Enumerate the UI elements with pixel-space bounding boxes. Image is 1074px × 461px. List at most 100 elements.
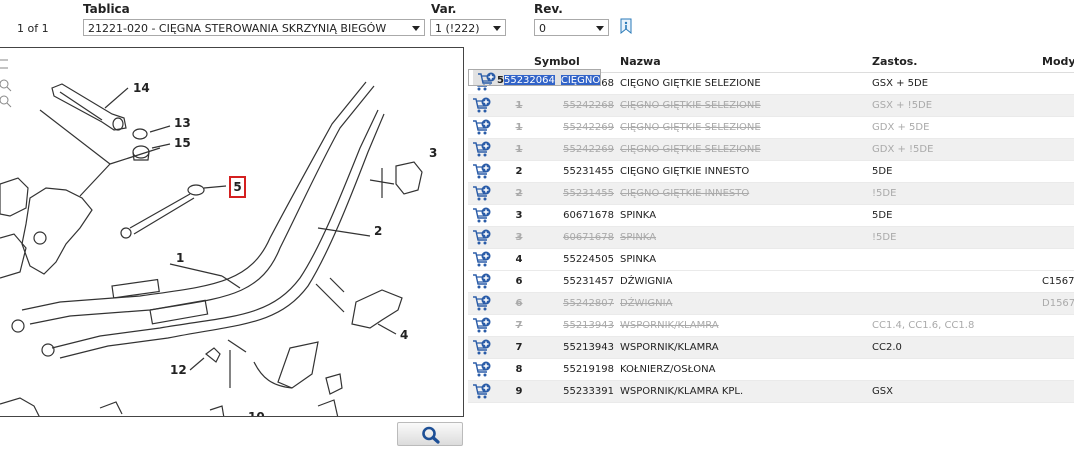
part-symbol-value: 60671678 [563, 232, 614, 243]
table-row[interactable]: 1 55242268 CIĘGNO GIĘTKIE SELEZIONE GSX + !… [468, 94, 1074, 117]
part-symbol[interactable]: 55213943 [534, 314, 620, 337]
col-mody[interactable]: Mody [1042, 50, 1074, 73]
part-name: KOŁNIERZ/OSŁONA [620, 358, 872, 381]
part-name-value: CIĘGNO GIĘTKIE SELEZIONE [620, 100, 761, 111]
table-row[interactable]: 6 55231457 DŹWIGNIA C1567 [468, 271, 1074, 293]
add-to-cart-button[interactable] [468, 271, 504, 293]
var-select[interactable]: 1 (!222) [430, 19, 506, 36]
part-symbol[interactable]: 55242269 [534, 116, 620, 139]
part-number: 6 [504, 292, 534, 315]
add-to-cart-button[interactable] [468, 314, 504, 337]
part-symbol[interactable]: 55231457 [534, 271, 620, 293]
add-to-cart-button[interactable] [468, 248, 504, 271]
add-to-cart-icon [473, 361, 491, 377]
part-symbol-value: 55232064 [503, 75, 555, 86]
part-name: CIĘGNO GIĘTKIE INNESTO [620, 182, 872, 205]
rev-label: Rev. [534, 2, 563, 16]
callout-4[interactable]: 4 [400, 328, 408, 342]
rev-select[interactable]: 0 [534, 19, 609, 36]
callout-2[interactable]: 2 [374, 224, 382, 238]
callout-5-selected[interactable]: 5 [229, 176, 246, 198]
add-to-cart-button[interactable] [468, 336, 504, 359]
callout-14[interactable]: 14 [133, 81, 150, 95]
callout-10[interactable]: 10 [248, 410, 265, 416]
part-symbol-value: 55231455 [563, 188, 614, 199]
part-symbol[interactable]: 55219198 [534, 358, 620, 381]
col-zastos[interactable]: Zastos. [872, 50, 1042, 73]
add-to-cart-button[interactable] [473, 70, 497, 85]
add-to-cart-button[interactable] [468, 182, 504, 205]
table-row[interactable]: 8 55219198 KOŁNIERZ/OSŁONA [468, 358, 1074, 381]
table-row[interactable]: 2 55231455 CIĘGNO GIĘTKIE INNESTO 5DE [468, 160, 1074, 183]
part-symbol[interactable]: 60671678 [534, 204, 620, 227]
table-row[interactable]: 3 60671678 SPINKA 5DE [468, 204, 1074, 227]
var-select-value: 1 (!222) [435, 22, 480, 35]
zoom-tools-icon[interactable] [0, 59, 12, 108]
add-to-cart-button[interactable] [468, 138, 504, 161]
chevron-down-icon [493, 26, 501, 31]
part-zastos: GDX + !5DE [872, 138, 1042, 161]
part-number: 1 [504, 116, 534, 139]
parts-diagram[interactable]: 14 13 15 5 3 2 1 4 12 10 [0, 47, 464, 417]
callout-1[interactable]: 1 [176, 251, 184, 265]
part-number: 8 [504, 358, 534, 381]
zoom-button[interactable] [397, 422, 463, 446]
part-mody [1042, 138, 1074, 161]
table-row[interactable]: 3 60671678 SPINKA !5DE [468, 226, 1074, 249]
table-row[interactable]: 5 55232064 CIĘGNO [468, 69, 602, 86]
add-to-cart-button[interactable] [468, 380, 504, 403]
info-icon[interactable] [618, 18, 634, 34]
part-mody [1042, 160, 1074, 183]
part-symbol[interactable]: 55242807 [534, 292, 620, 315]
part-zastos [872, 292, 1042, 315]
part-name-value: SPINKA [620, 210, 657, 221]
part-mody [1042, 94, 1074, 117]
part-symbol[interactable]: 55232064 [503, 70, 561, 86]
table-row[interactable]: 6 55242807 DŹWIGNIA D1567 [468, 292, 1074, 315]
callout-15[interactable]: 15 [174, 136, 191, 150]
part-name-value: CIĘGNO GIĘTKIE INNESTO [620, 188, 750, 199]
add-to-cart-button[interactable] [468, 160, 504, 183]
part-symbol[interactable]: 55231455 [534, 182, 620, 205]
add-to-cart-button[interactable] [468, 204, 504, 227]
table-row[interactable]: 7 55213943 WSPORNIK/KLAMRA CC1.4, CC1.6, CC… [468, 314, 1074, 337]
part-symbol[interactable]: 60671678 [534, 226, 620, 249]
part-zastos: 5DE [872, 160, 1042, 183]
callout-3[interactable]: 3 [429, 146, 437, 160]
part-symbol[interactable]: 55233391 [534, 380, 620, 403]
var-label: Var. [431, 2, 457, 16]
callout-13[interactable]: 13 [174, 116, 191, 130]
part-symbol[interactable]: 55213943 [534, 336, 620, 359]
part-name-value: CIĘGNO GIĘTKIE SELEZIONE [620, 78, 761, 89]
part-mody [1042, 336, 1074, 359]
add-to-cart-button[interactable] [468, 94, 504, 117]
part-symbol-value: 55242269 [563, 122, 614, 133]
part-name: CIĘGNO GIĘTKIE SELEZIONE [620, 94, 872, 117]
table-row[interactable]: 1 55242269 CIĘGNO GIĘTKIE SELEZIONE GDX + 5… [468, 116, 1074, 139]
add-to-cart-button[interactable] [468, 292, 504, 315]
add-to-cart-button[interactable] [468, 116, 504, 139]
table-row[interactable]: 4 55224505 SPINKA [468, 248, 1074, 271]
part-name: CIĘGNO [560, 70, 601, 85]
part-symbol[interactable]: 55242269 [534, 138, 620, 161]
part-number: 1 [504, 138, 534, 161]
col-nazwa[interactable]: Nazwa [620, 50, 872, 73]
table-row[interactable]: 2 55231455 CIĘGNO GIĘTKIE INNESTO !5DE [468, 182, 1074, 205]
part-symbol[interactable]: 55242268 [534, 94, 620, 117]
callout-12[interactable]: 12 [170, 363, 187, 377]
add-to-cart-button[interactable] [468, 226, 504, 249]
tablica-label: Tablica [83, 2, 130, 16]
part-name-value: WSPORNIK/KLAMRA [620, 320, 719, 331]
part-symbol-value: 55242807 [563, 298, 614, 309]
tablica-select[interactable]: 21221-020 - CIĘGNA STEROWANIA SKRZYNIĄ B… [83, 19, 425, 36]
table-row[interactable]: 1 55242269 CIĘGNO GIĘTKIE SELEZIONE GDX + !… [468, 138, 1074, 161]
table-row[interactable]: 7 55213943 WSPORNIK/KLAMRA CC2.0 [468, 336, 1074, 359]
add-to-cart-icon [473, 163, 491, 179]
part-symbol[interactable]: 55224505 [534, 248, 620, 271]
part-name: SPINKA [620, 226, 872, 249]
part-name-value: SPINKA [620, 254, 657, 265]
part-symbol[interactable]: 55231455 [534, 160, 620, 183]
part-name: DŹWIGNIA [620, 292, 872, 315]
table-row[interactable]: 9 55233391 WSPORNIK/KLAMRA KPL. GSX [468, 380, 1074, 403]
add-to-cart-button[interactable] [468, 358, 504, 381]
